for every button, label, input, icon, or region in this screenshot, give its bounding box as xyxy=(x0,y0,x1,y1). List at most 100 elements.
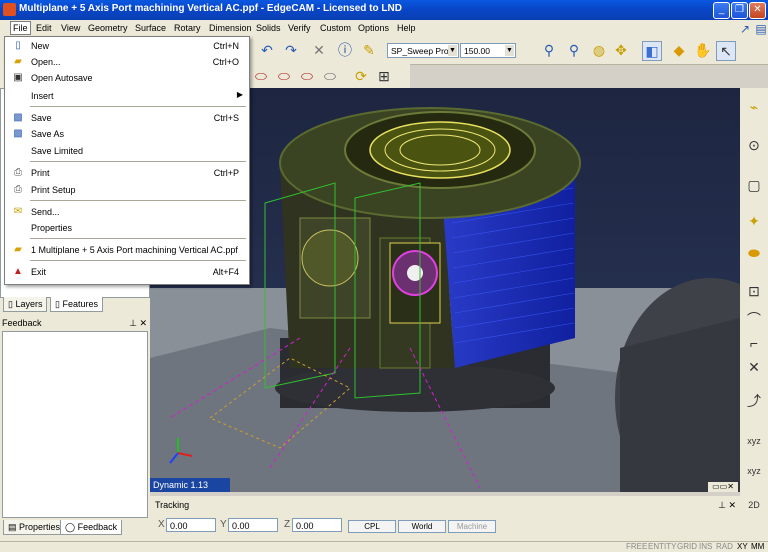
menu-rotary[interactable]: Rotary xyxy=(172,22,203,34)
fixture-ellipse xyxy=(275,364,555,412)
menu-item-save-as[interactable]: ▩ Save As xyxy=(5,126,249,142)
display-mode-icon-2[interactable]: ⬭ xyxy=(275,67,293,85)
menu-item-send[interactable]: ✉ Send... xyxy=(5,204,249,220)
port-left-circle xyxy=(301,229,359,287)
shade-icon[interactable]: ◆ xyxy=(670,41,688,59)
move-icon[interactable]: ✥ xyxy=(612,41,630,59)
status-grid: GRID xyxy=(677,542,697,551)
menu-item-label: Open Autosave xyxy=(31,73,93,83)
menu-item-open-autosave[interactable]: ▣ Open Autosave xyxy=(5,70,249,86)
menu-view[interactable]: View xyxy=(59,22,82,34)
menu-item-save-limited[interactable]: Save Limited xyxy=(5,143,249,159)
pointer-icon[interactable]: ↖ xyxy=(716,41,736,61)
pan-icon[interactable]: ✋ xyxy=(694,41,712,59)
xyz-icon-2[interactable]: xyz xyxy=(745,462,763,480)
menu-item-exit[interactable]: ▲ Exit Alt+F4 xyxy=(5,264,249,280)
tab-layers-label: Layers xyxy=(15,299,43,309)
file-menu: ▯ New Ctrl+N ▰ Open... Ctrl+O ▣ Open Aut… xyxy=(4,36,250,285)
feedback-area xyxy=(2,331,148,518)
menu-item-recent-1[interactable]: ▰ 1 Multiplane + 5 Axis Port machining V… xyxy=(5,242,249,258)
2d-icon[interactable]: 2D xyxy=(745,496,763,514)
menu-item-open[interactable]: ▰ Open... Ctrl+O xyxy=(5,54,249,70)
style-combo-value: SP_Sweep Prof xyxy=(391,46,452,56)
xyz-icon[interactable]: xyz xyxy=(745,432,763,450)
menu-edit[interactable]: Edit xyxy=(34,22,54,34)
open-folder-icon: ▰ xyxy=(14,56,22,67)
menu-custom[interactable]: Custom xyxy=(318,22,353,34)
new-file-icon: ▯ xyxy=(15,40,21,51)
zoom-icon[interactable]: ⊙ xyxy=(745,136,763,154)
refresh-icon[interactable]: ⟳ xyxy=(352,67,370,85)
curve-icon[interactable]: ⌒ xyxy=(745,310,763,328)
menu-item-print[interactable]: ⎙ Print Ctrl+P xyxy=(5,165,249,181)
menu-item-shortcut: Alt+F4 xyxy=(212,267,239,277)
x-field[interactable]: 0.00 xyxy=(166,518,216,532)
menu-item-insert[interactable]: Insert ▶ xyxy=(5,88,249,104)
menu-dimension[interactable]: Dimension xyxy=(207,22,254,34)
close-button[interactable]: ✕ xyxy=(749,2,766,19)
menu-item-properties[interactable]: Properties xyxy=(5,220,249,236)
menu-verify[interactable]: Verify xyxy=(286,22,313,34)
status-rad: RAD xyxy=(716,542,733,551)
redo-icon[interactable]: ↷ xyxy=(282,41,300,59)
menu-options[interactable]: Options xyxy=(356,22,391,34)
delete-icon[interactable]: ✕ xyxy=(310,41,328,59)
solid-icon[interactable]: ⬬ xyxy=(745,244,763,262)
y-field[interactable]: 0.00 xyxy=(228,518,278,532)
tab-layers[interactable]: ▯ Layers xyxy=(3,297,48,312)
menu-item-print-setup[interactable]: ⎙ Print Setup xyxy=(5,182,249,198)
display-mode-icon-3[interactable]: ⬭ xyxy=(298,67,316,85)
tab-feedback[interactable]: ◯ Feedback xyxy=(60,520,123,535)
menu-item-label: Save As xyxy=(31,129,65,139)
menu-item-label: 1 Multiplane + 5 Axis Port machining Ver… xyxy=(31,245,238,255)
panel-pin-close-icons[interactable]: ⊥ ✕ xyxy=(129,318,147,329)
undo-icon[interactable]: ↶ xyxy=(258,41,276,59)
snap-grid-icon[interactable]: ⊡ xyxy=(745,282,763,300)
rectangle-icon[interactable]: ▢ xyxy=(745,176,763,194)
cpl-button[interactable]: CPL xyxy=(348,520,396,533)
select-icon[interactable]: ⚲ xyxy=(565,41,583,59)
menu-solids[interactable]: Solids xyxy=(254,22,283,34)
status-bar: FREE ENTITY GRID INS RAD XY MM xyxy=(0,541,768,552)
display-mode-icon-4[interactable]: ⬭ xyxy=(321,67,339,85)
menu-item-label: Open... xyxy=(31,57,61,67)
cycle-icon[interactable]: ◍ xyxy=(590,41,608,59)
menu-item-save[interactable]: ▩ Save Ctrl+S xyxy=(5,110,249,126)
value-combo[interactable]: 150.00 ▼ xyxy=(460,43,516,58)
tab-features[interactable]: ▯ Features xyxy=(50,297,103,312)
style-combo[interactable]: SP_Sweep Prof ▼ xyxy=(387,43,459,58)
info-icon[interactable]: ⓘ xyxy=(336,41,354,59)
line-tool-icon[interactable]: ⌁ xyxy=(745,98,763,116)
menu-file[interactable]: File xyxy=(10,21,31,35)
view-cube-icon[interactable]: ◧ xyxy=(642,41,662,61)
point-icon[interactable]: ✦ xyxy=(745,212,763,230)
chevron-down-icon: ▼ xyxy=(448,45,457,56)
feedback-title: Feedback xyxy=(2,318,42,328)
z-field[interactable]: 0.00 xyxy=(292,518,342,532)
cross-icon[interactable]: ✕ xyxy=(745,358,763,376)
tracking-pin-close-icons[interactable]: ⊥ ✕ xyxy=(718,500,736,511)
machine-button[interactable]: Machine xyxy=(448,520,496,533)
tracking-panel: Tracking ⊥ ✕ X 0.00 Y 0.00 Z 0.00 CPL Wo… xyxy=(150,496,740,541)
menu-surface[interactable]: Surface xyxy=(133,22,168,34)
menu-item-new[interactable]: ▯ New Ctrl+N xyxy=(5,38,249,54)
maximize-button[interactable]: ❐ xyxy=(731,2,748,19)
corner-icon[interactable]: ⌐ xyxy=(745,334,763,352)
minimize-button[interactable]: _ xyxy=(713,2,730,19)
menu-item-label: Send... xyxy=(31,207,60,217)
x-label: X xyxy=(158,519,165,530)
print-setup-icon: ⎙ xyxy=(14,184,22,195)
grid-icon[interactable]: ⊞ xyxy=(375,67,393,85)
menu-geometry[interactable]: Geometry xyxy=(86,22,130,34)
status-xy: XY xyxy=(737,542,748,551)
menu-help[interactable]: Help xyxy=(395,22,418,34)
view-window-controls[interactable]: ▭▭✕ xyxy=(708,482,738,492)
display-mode-icon-1[interactable]: ⬭ xyxy=(252,67,270,85)
measure-icon[interactable]: ✎ xyxy=(360,41,378,59)
node-icon[interactable]: ⚲ xyxy=(540,41,558,59)
menu-bar: File Edit View Geometry Surface Rotary D… xyxy=(0,20,768,37)
tab-properties[interactable]: ▤ Properties xyxy=(3,520,66,535)
arc-icon[interactable]: ⤴ xyxy=(745,392,763,410)
world-button[interactable]: World xyxy=(398,520,446,533)
context-help-icon[interactable]: ▤ xyxy=(752,20,768,38)
